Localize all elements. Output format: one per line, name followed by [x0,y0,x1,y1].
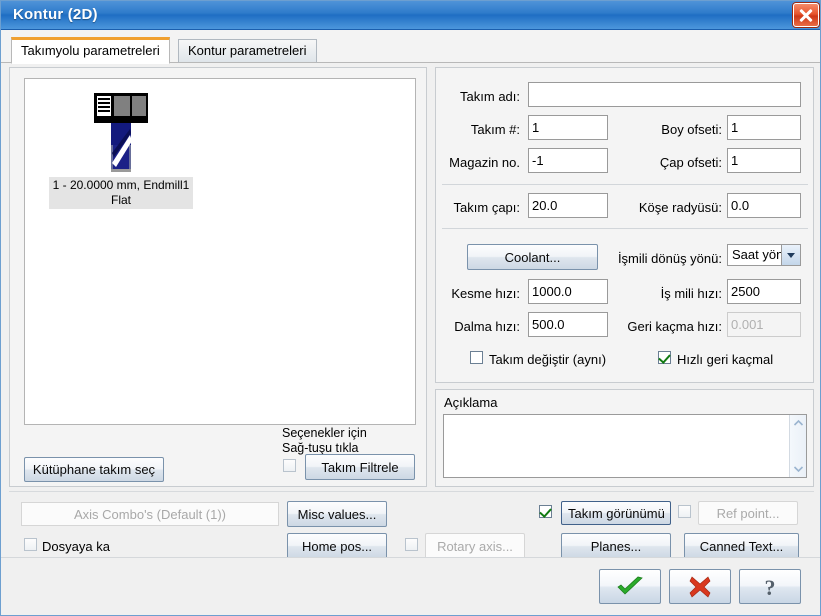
dialog-content: 1 - 20.0000 mm, Endmill1 Flat Seçenekler… [1,63,820,559]
rapid-retract-label: Hızlı geri kaçmal [677,352,774,367]
tool-number-input[interactable] [528,115,608,140]
divider [442,184,808,185]
ok-button[interactable] [599,569,661,604]
tab-takimyolu-parametreleri[interactable]: Takımyolu parametreleri [11,37,170,64]
planes-button[interactable]: Planes... [561,533,671,559]
tool-list[interactable]: 1 - 20.0000 mm, Endmill1 Flat [24,78,416,425]
rotary-axis-checkbox[interactable] [405,538,418,551]
retract-rate-input [727,312,801,337]
tab-kontur-parametreleri[interactable]: Kontur parametreleri [178,39,317,63]
save-to-file-checkbox[interactable] [24,538,37,551]
diameter-offset-input[interactable] [727,148,801,173]
magazine-number-input[interactable] [528,148,608,173]
help-button[interactable]: ? [739,569,801,604]
description-group: Açıklama [435,389,814,487]
dialog-footer: ? [1,557,820,615]
magazine-number-label: Magazin no. [449,155,520,170]
coolant-button[interactable]: Coolant... [467,244,598,270]
misc-values-button[interactable]: Misc values... [287,501,387,527]
feed-rate-input[interactable] [528,279,608,304]
close-icon[interactable] [793,3,819,27]
home-pos-button[interactable]: Home pos... [287,533,387,559]
kontur-2d-dialog: Kontur (2D) Takımyolu parametreleri Kont… [0,0,821,616]
description-scrollbar[interactable] [789,415,806,477]
corner-radius-input[interactable] [727,193,801,218]
canned-text-button[interactable]: Canned Text... [684,533,799,559]
filter-checkbox[interactable] [283,459,296,472]
diameter-offset-label: Çap ofseti: [659,155,722,170]
chevron-down-icon[interactable] [793,463,804,474]
cancel-button[interactable] [669,569,731,604]
tool-display-checkbox[interactable] [539,505,552,518]
axis-combo-input [21,502,279,526]
plunge-rate-label: Dalma hızı: [454,319,520,334]
bottom-controls: Dosyaya ka Misc values... Home pos... Ro… [9,491,814,559]
x-icon [689,575,711,598]
tool-diameter-input[interactable] [528,193,608,218]
length-offset-input[interactable] [727,115,801,140]
tool-number-label: Takım #: [470,122,520,137]
spindle-speed-input[interactable] [727,279,801,304]
list-item[interactable]: 1 - 20.0000 mm, Endmill1 Flat [43,87,199,209]
tool-parameters-group: Takım adı: Takım #: Boy ofseti: Magazin … [435,67,814,383]
window-title: Kontur (2D) [13,6,98,23]
chevron-down-icon[interactable] [781,245,800,265]
ref-point-button: Ref point... [698,501,798,525]
retract-rate-label: Geri kaçma hızı: [627,319,722,334]
chevron-up-icon[interactable] [793,418,804,429]
tool-diameter-label: Takım çapı: [453,200,520,215]
title-bar: Kontur (2D) [1,1,820,30]
ref-point-checkbox[interactable] [678,505,691,518]
feed-rate-label: Kesme hızı: [451,286,520,301]
save-to-file-label: Dosyaya ka [42,539,110,554]
tab-strip: Takımyolu parametreleri Kontur parametre… [1,30,820,64]
spindle-direction-select[interactable]: Saat yön [727,244,801,266]
description-label: Açıklama [444,395,498,410]
description-textarea[interactable] [444,415,789,477]
tool-item-label: 1 - 20.0000 mm, Endmill1 Flat [48,177,194,209]
svg-text:?: ? [765,575,776,600]
tool-name-input[interactable] [528,82,801,107]
length-offset-label: Boy ofseti: [661,122,722,137]
tool-filter-button[interactable]: Takım Filtrele [305,454,415,480]
spindle-direction-label: İşmili dönüş yönü: [617,251,722,266]
tool-change-label: Takım değiştir (aynı) [489,352,607,367]
tool-change-checkbox[interactable] [470,351,483,364]
tool-display-button[interactable]: Takım görünümü [561,501,671,525]
rapid-retract-checkbox[interactable] [658,351,671,364]
divider [442,228,808,229]
endmill-tool-icon [86,87,156,175]
options-hint-text: Seçenekler için Sağ-tuşu tıkla [282,426,367,455]
library-tool-select-button[interactable]: Kütüphane takım seç [24,457,164,482]
spindle-direction-value: Saat yön [732,247,784,262]
description-box [443,414,807,478]
check-icon [617,576,643,595]
spindle-speed-label: İş mili hızı: [660,286,722,301]
corner-radius-label: Köşe radyüsü: [638,200,722,215]
tool-name-label: Takım adı: [460,89,520,104]
question-icon: ? [765,575,776,600]
rotary-axis-button: Rotary axis... [425,533,525,559]
tool-selection-group: 1 - 20.0000 mm, Endmill1 Flat Seçenekler… [9,67,427,487]
